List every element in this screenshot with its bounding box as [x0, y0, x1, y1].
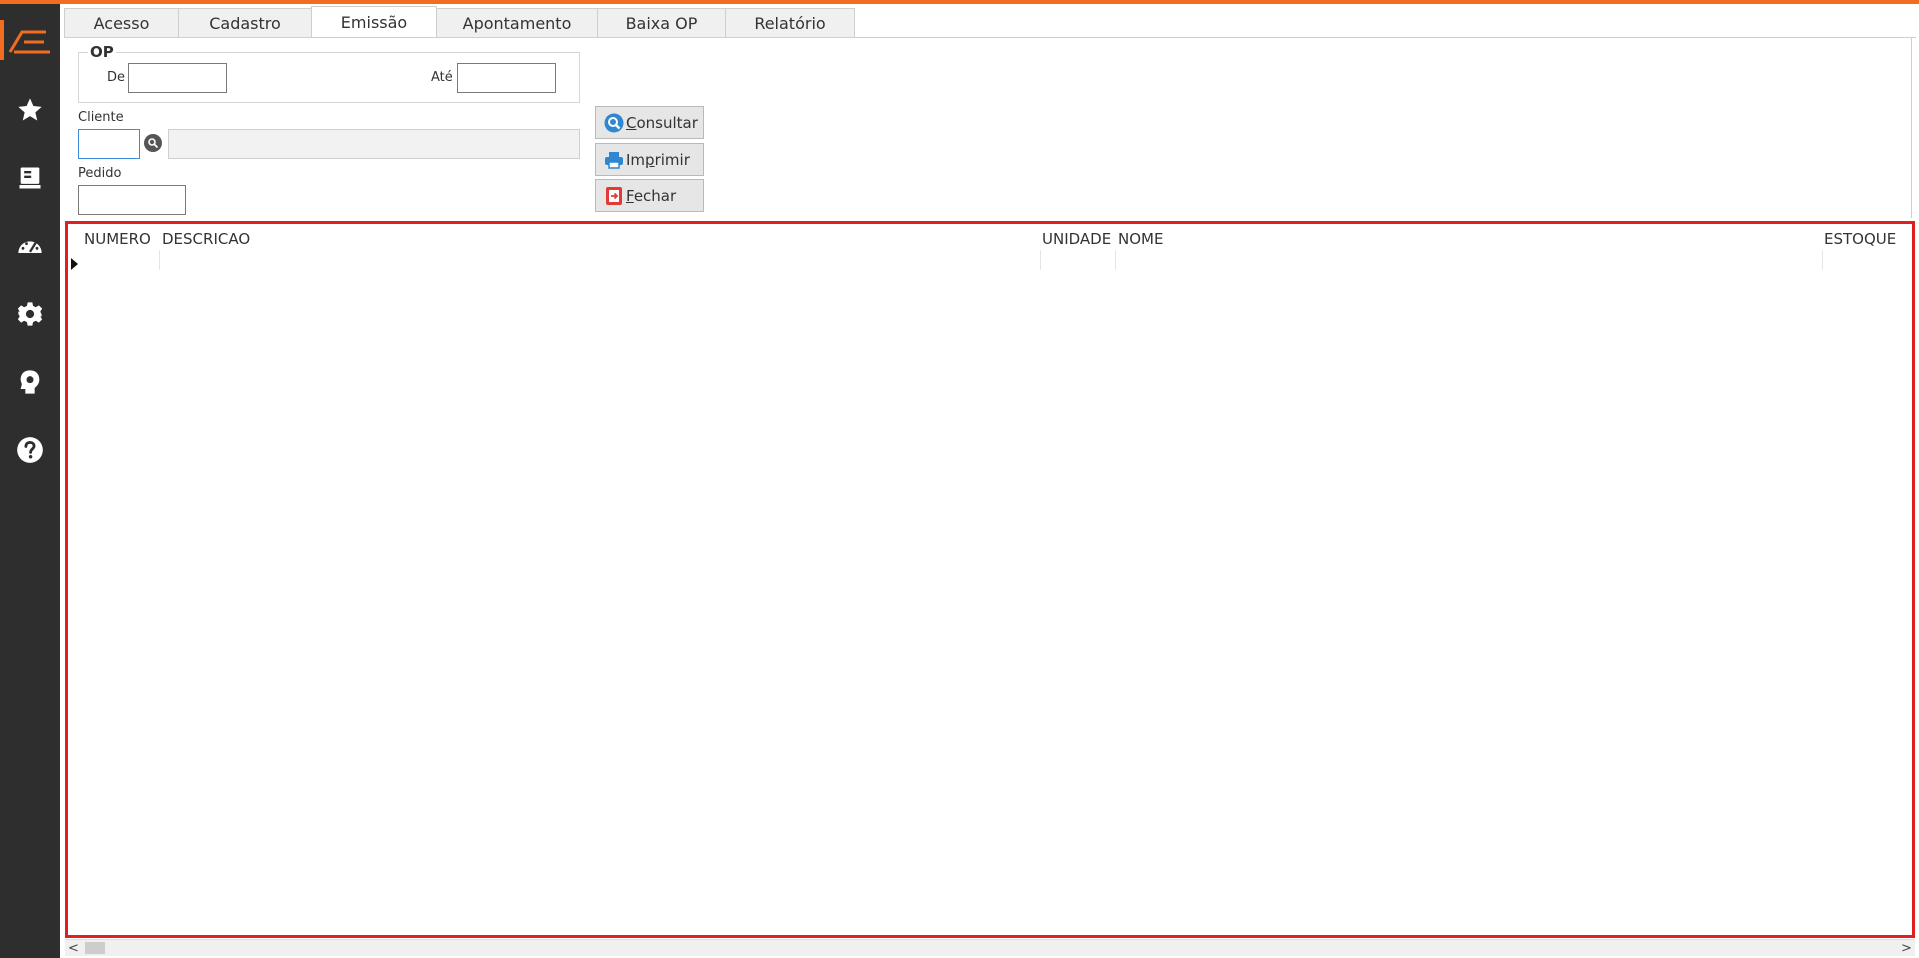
column-separator: [1115, 250, 1116, 270]
tab-bar: Acesso Cadastro Emissão Apontamento Baix…: [64, 6, 1916, 38]
scroll-right-button[interactable]: >: [1898, 940, 1915, 956]
column-separator: [159, 250, 160, 270]
imprimir-hotkey: p: [645, 150, 655, 169]
op-group-title: OP: [88, 43, 116, 61]
imprimir-label: rimir: [654, 150, 690, 169]
tab-cadastro[interactable]: Cadastro: [178, 8, 312, 37]
tab-acesso[interactable]: Acesso: [64, 8, 179, 37]
horizontal-scrollbar[interactable]: < >: [65, 939, 1915, 956]
column-separator: [1822, 250, 1823, 270]
column-separator: [1040, 250, 1041, 270]
cliente-name-field: [168, 129, 580, 159]
fechar-hotkey: F: [626, 186, 634, 205]
imprimir-button[interactable]: Imprimir: [595, 143, 704, 176]
cliente-label: Cliente: [78, 110, 124, 125]
search-icon[interactable]: [144, 134, 162, 152]
results-grid[interactable]: NUMERO DESCRICAO UNIDADE NOME ESTOQUE: [65, 221, 1915, 938]
imprimir-label-pre: Im: [626, 150, 646, 169]
op-de-input[interactable]: [128, 63, 227, 93]
cliente-code-input[interactable]: [78, 129, 140, 159]
column-header-descricao[interactable]: DESCRICAO: [162, 230, 250, 248]
gear-icon[interactable]: [12, 296, 48, 332]
tab-apontamento[interactable]: Apontamento: [436, 8, 598, 37]
pedido-input[interactable]: [78, 185, 186, 215]
fechar-button[interactable]: Fechar: [595, 179, 704, 212]
tab-baixa-op[interactable]: Baixa OP: [597, 8, 726, 37]
screen-icon[interactable]: [12, 160, 48, 196]
magnifier-icon: [604, 113, 624, 132]
logo-icon[interactable]: [0, 18, 60, 62]
column-header-nome[interactable]: NOME: [1118, 230, 1163, 248]
scroll-left-button[interactable]: <: [65, 940, 82, 956]
exit-door-icon: [606, 186, 622, 205]
ate-label: Até: [431, 70, 453, 85]
fechar-label: echar: [633, 186, 677, 205]
dashboard-icon[interactable]: [12, 228, 48, 264]
panel-border: [1911, 38, 1912, 218]
column-header-numero[interactable]: NUMERO: [84, 230, 151, 248]
op-ate-input[interactable]: [457, 63, 556, 93]
star-icon[interactable]: [12, 92, 48, 128]
tab-relatorio[interactable]: Relatório: [725, 8, 855, 37]
current-row-indicator: [71, 258, 78, 270]
consultar-label: onsultar: [636, 113, 698, 132]
help-icon[interactable]: [12, 432, 48, 468]
column-header-estoque[interactable]: ESTOQUE: [1824, 230, 1896, 248]
top-accent-line: [0, 0, 1919, 4]
sidebar: [0, 4, 60, 958]
tab-emissao[interactable]: Emissão: [311, 6, 437, 37]
consultar-hotkey: C: [626, 113, 637, 132]
brain-gear-icon[interactable]: [12, 364, 48, 400]
de-label: De: [107, 70, 126, 85]
consultar-button[interactable]: Consultar: [595, 106, 704, 139]
printer-icon: [605, 151, 623, 169]
pedido-label: Pedido: [78, 166, 122, 181]
column-header-unidade[interactable]: UNIDADE: [1042, 230, 1111, 248]
grid-header: NUMERO DESCRICAO UNIDADE NOME ESTOQUE: [68, 224, 1912, 270]
scroll-thumb[interactable]: [85, 942, 105, 954]
